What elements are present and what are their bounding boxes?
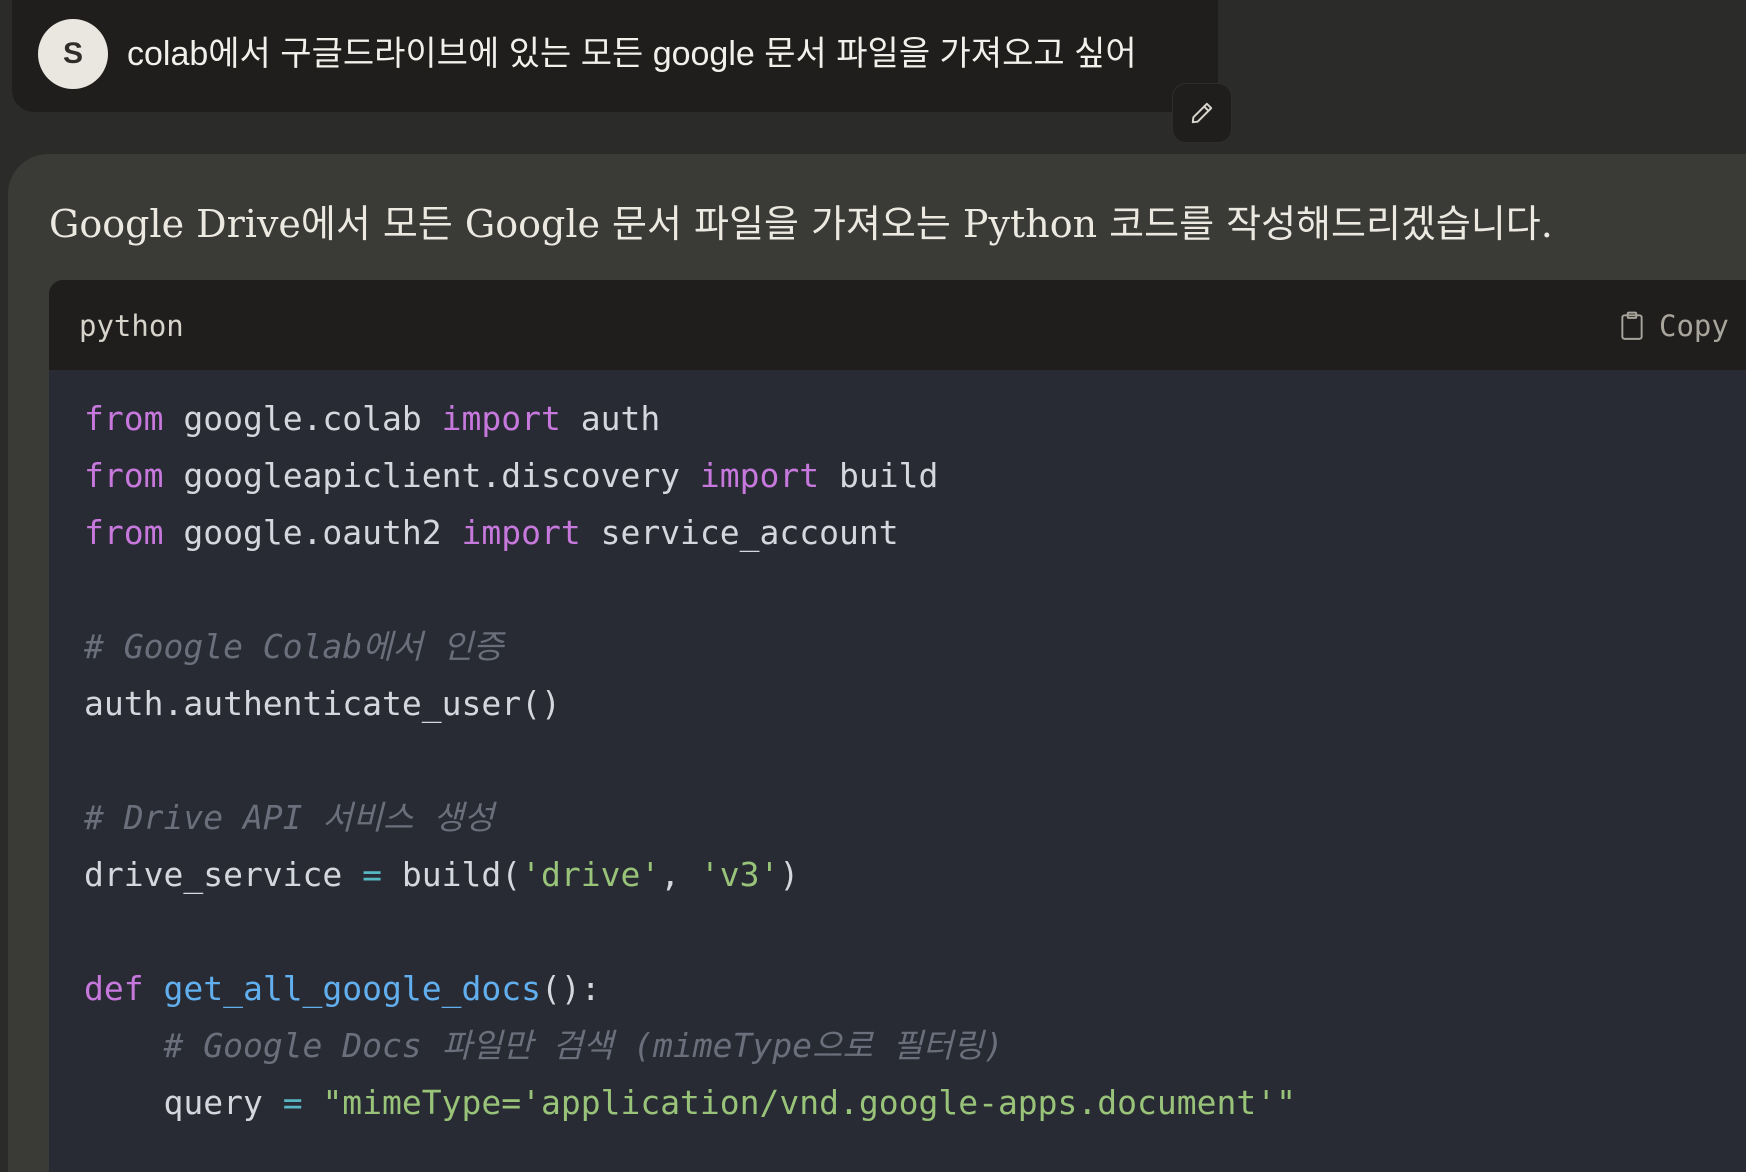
code-line: drive_service = build('drive', 'v3'): [84, 846, 1296, 903]
code-token: def: [84, 969, 144, 1008]
code-token: from: [84, 456, 164, 495]
code-line: from google.oauth2 import service_accoun…: [84, 504, 1296, 561]
code-token: ): [779, 855, 800, 894]
code-token: get_all_google_docs: [163, 969, 541, 1008]
code-token: from: [84, 399, 164, 438]
code-token: google.oauth2: [163, 513, 462, 552]
code-token: service_account: [580, 513, 899, 552]
edit-message-button[interactable]: [1172, 83, 1232, 143]
code-token: auth: [560, 399, 661, 438]
code-token: import: [461, 513, 581, 552]
code-token: "mimeType='application/vnd.google-apps.d…: [322, 1083, 1296, 1122]
code-token: build(: [382, 855, 522, 894]
code-body: from google.colab import auth from google…: [49, 370, 1746, 1172]
code-token: ,: [660, 855, 700, 894]
code-token: query: [84, 1083, 283, 1122]
code-block: python Copy from google.colab import aut…: [49, 280, 1746, 1172]
user-avatar[interactable]: S: [38, 19, 108, 89]
code-line: query = "mimeType='application/vnd.googl…: [84, 1074, 1296, 1131]
code-line: auth.authenticate_user(): [84, 675, 1296, 732]
user-message-text: colab에서 구글드라이브에 있는 모든 google 문서 파일을 가져오고…: [127, 35, 1137, 73]
code-line: # Google Docs 파일만 검색 (mimeType으로 필터링): [84, 1017, 1296, 1074]
code-block-header: python Copy: [49, 280, 1746, 370]
code-token: ():: [540, 969, 601, 1008]
code-token: googleapiclient.discovery: [163, 456, 700, 495]
code-line: from googleapiclient.discovery import bu…: [84, 447, 1296, 504]
code-line: # Google Colab에서 인증: [84, 618, 1296, 675]
code-token: build: [819, 456, 939, 495]
code-token: import: [699, 456, 820, 495]
code-line: from google.colab import auth: [84, 390, 1296, 447]
code-token: 'drive': [521, 855, 661, 894]
code-line: def get_all_google_docs():: [84, 960, 1296, 1017]
code-token: # Google Colab에서 인증: [84, 627, 504, 666]
code-token: google.colab: [163, 399, 442, 438]
code-token: from: [84, 513, 164, 552]
pencil-icon: [1191, 102, 1213, 124]
code-token: drive_service: [84, 855, 363, 894]
code-token: # Google Docs 파일만 검색 (mimeType으로 필터링): [163, 1026, 1004, 1065]
chat-page: S colab에서 구글드라이브에 있는 모든 google 문서 파일을 가져…: [0, 0, 1746, 1172]
clipboard-icon: [1621, 311, 1643, 340]
user-message-bubble: S colab에서 구글드라이브에 있는 모든 google 문서 파일을 가져…: [12, 0, 1218, 112]
code-token: 'v3': [699, 855, 780, 894]
code-language-label: python: [79, 309, 184, 343]
code-token: # Drive API 서비스 생성: [84, 798, 495, 837]
code-line: # Drive API 서비스 생성: [84, 789, 1296, 846]
code-token: =: [282, 1083, 303, 1122]
copy-code-button[interactable]: Copy: [1619, 306, 1729, 346]
code-lines: from google.colab import auth from google…: [84, 390, 1296, 1131]
assistant-intro-text: Google Drive에서 모든 Google 문서 파일을 가져오는 Pyt…: [49, 202, 1553, 246]
code-token: auth.authenticate_user(): [84, 684, 561, 723]
copy-label: Copy: [1659, 309, 1729, 343]
code-token: import: [441, 399, 561, 438]
code-token: =: [362, 855, 383, 894]
